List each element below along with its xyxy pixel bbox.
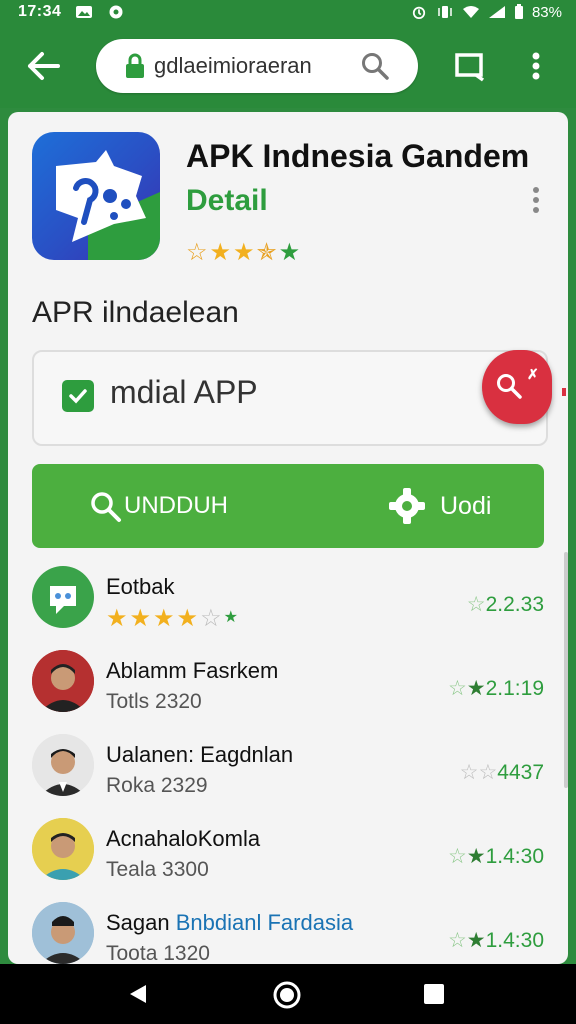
avatar — [32, 902, 94, 964]
avatar — [32, 650, 94, 712]
wifi-icon — [462, 6, 479, 18]
url-bar[interactable]: gdlaeimioraeran — [96, 39, 418, 93]
avatar — [32, 734, 94, 796]
star-half-icon: ✯ — [256, 239, 277, 266]
list-item[interactable]: Ualanen: Eagdnlan Roka 2329 ☆☆4437 — [8, 734, 568, 814]
record-notification-icon — [109, 5, 123, 19]
list-item-subtitle: Toota 1320 — [106, 942, 210, 964]
gear-icon — [389, 488, 425, 524]
list-item-stars: ★ ★ ★ ★ ☆ ★ — [106, 604, 238, 633]
star-icon: ★ — [129, 605, 152, 632]
star-icon: ★ — [278, 239, 301, 266]
list-item-subtitle: Teala 3300 — [106, 858, 209, 881]
list-item-rating: ☆☆4437 — [459, 761, 544, 784]
checkmark-icon — [69, 389, 87, 404]
star-icon: ★ — [153, 605, 175, 632]
star-icon: ★ — [176, 605, 199, 632]
star-outline-icon: ☆ — [447, 677, 467, 700]
browser-toolbar: gdlaeimioraeran — [0, 24, 576, 108]
star-icon: ★ — [106, 605, 128, 632]
lock-icon — [126, 53, 144, 78]
filter-field[interactable]: mdial APP — [32, 350, 548, 446]
search-fab-button[interactable]: ✗ — [482, 350, 552, 424]
star-outline-icon: ☆ — [200, 605, 222, 632]
list-item[interactable]: Ablamm Fasrkem Totls 2320 ☆★2.1:19 — [8, 650, 568, 730]
search-icon[interactable] — [360, 51, 390, 81]
star-icon: ★ — [466, 929, 486, 952]
avatar — [32, 566, 94, 628]
star-small-icon: ★ — [223, 609, 238, 626]
list-item-rating: ☆★1.4:30 — [447, 845, 544, 868]
list-item-subtitle: Totls 2320 — [106, 690, 202, 713]
update-button[interactable]: Uodi — [388, 480, 491, 532]
alarm-icon — [412, 6, 426, 19]
avatar — [32, 818, 94, 880]
vibrate-icon — [438, 6, 452, 18]
nav-home-icon[interactable] — [272, 980, 302, 1010]
star-outline-icon: ☆ — [447, 845, 467, 868]
star-icon: ★ — [209, 239, 232, 266]
signal-icon — [488, 6, 505, 18]
app-title: APK Indnesia Gandem — [186, 138, 530, 174]
star-outline-icon: ☆ — [447, 929, 467, 952]
section-title: APR ilndaelean — [32, 296, 239, 329]
list-item[interactable]: Eotbak ★ ★ ★ ★ ☆ ★ ☆2.2.33 — [8, 566, 568, 646]
star-outline-icon: ☆☆ — [459, 761, 498, 784]
nav-recent-icon[interactable] — [424, 984, 444, 1004]
app-rating-stars: ☆ ★ ★ ✯ ★ — [186, 238, 300, 267]
nav-back-icon[interactable] — [126, 982, 150, 1006]
system-nav-bar — [0, 964, 576, 1024]
search-icon — [497, 374, 522, 399]
battery-icon — [514, 4, 523, 19]
list-item[interactable]: Sagan Bnbdianl Fardasia Toota 1320 ☆★1.4… — [8, 902, 568, 964]
star-icon: ★ — [233, 239, 255, 266]
download-label: UNDDUH — [124, 492, 228, 519]
more-vert-icon[interactable] — [526, 46, 546, 86]
app-subtitle: Detail — [186, 184, 268, 217]
list-item-rating: ☆★1.4:30 — [447, 929, 544, 952]
action-bar: UNDDUH Uodi — [32, 464, 544, 548]
star-outline-icon: ☆ — [186, 239, 208, 266]
battery-percent: 83% — [531, 3, 562, 21]
image-notification-icon — [76, 6, 93, 18]
download-button[interactable]: UNDDUH — [88, 484, 228, 528]
list-item-subtitle: Roka 2329 — [106, 774, 208, 797]
status-bar: 17:34 83% — [0, 0, 576, 24]
status-time: 17:34 — [18, 3, 62, 20]
list-item-title: Ualanen: Eagdnlan — [106, 742, 294, 767]
list-item-title: AcnahaloKomla — [106, 826, 261, 851]
back-arrow-icon[interactable] — [22, 46, 66, 86]
close-small-icon: ✗ — [527, 366, 539, 382]
scrollbar[interactable] — [564, 552, 568, 788]
url-text: gdlaeimioraeran — [154, 53, 312, 78]
list-item-title: Sagan Bnbdianl Fardasia — [106, 910, 354, 935]
list-item-title: Eotbak — [106, 574, 175, 599]
star-outline-icon: ☆ — [466, 593, 486, 616]
list-item-rating: ☆★2.1:19 — [447, 677, 544, 700]
update-label: Uodi — [440, 491, 492, 520]
app-more-icon[interactable] — [526, 184, 546, 218]
app-logo-icon — [32, 132, 160, 260]
list-item[interactable]: AcnahaloKomla Teala 3300 ☆★1.4:30 — [8, 818, 568, 898]
list-item-rating: ☆2.2.33 — [466, 593, 544, 616]
app-detail-card: APK Indnesia Gandem Detail ☆ ★ ★ ✯ ★ APR… — [8, 112, 568, 964]
star-icon: ★ — [466, 845, 486, 868]
tab-icon[interactable] — [452, 48, 488, 84]
star-icon: ★ — [466, 677, 486, 700]
checkbox[interactable] — [62, 380, 94, 412]
filter-label: mdial APP — [110, 374, 258, 410]
list-item-title: Ablamm Fasrkem — [106, 658, 279, 683]
search-icon — [91, 492, 121, 522]
fab-edge-marker — [562, 388, 566, 396]
